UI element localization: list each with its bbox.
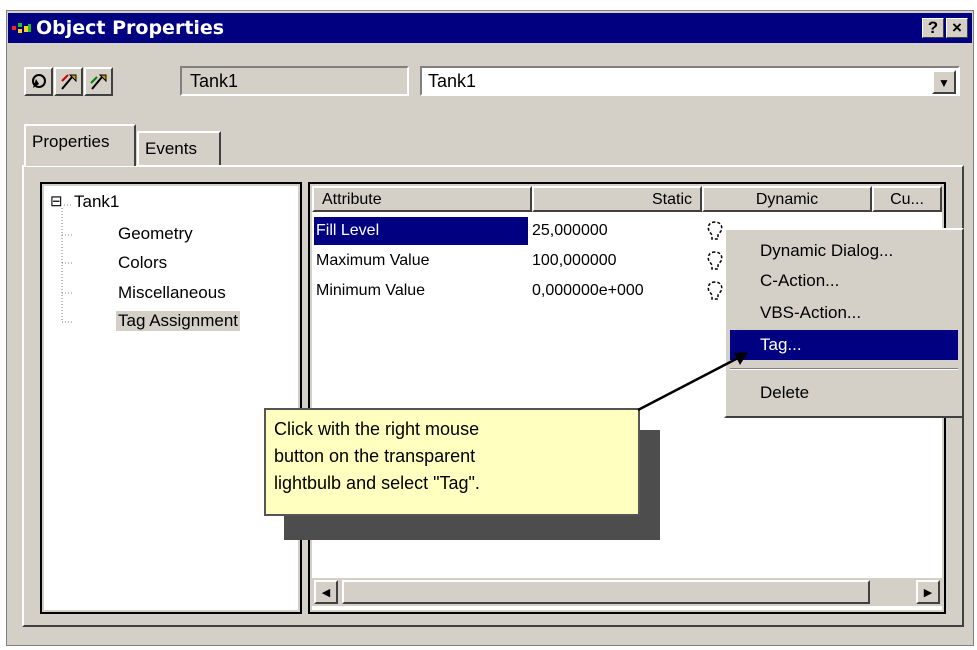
menu-item-dynamic-dialog[interactable]: Dynamic Dialog... (730, 236, 958, 266)
menu-separator (730, 368, 958, 370)
object-tree: ⊟ Tank1 Geometry Colors Miscellaneous Ta… (44, 186, 298, 610)
tree-item-miscellaneous[interactable]: Miscellaneous (118, 283, 226, 303)
instruction-callout: Click with the right mouse button on the… (264, 408, 640, 516)
header-static[interactable]: Static (532, 186, 702, 212)
callout-line-3: lightbulb and select "Tag". (274, 473, 480, 493)
header-attribute[interactable]: Attribute (312, 186, 532, 212)
app-icon (12, 23, 31, 33)
title-bar[interactable]: Object Properties ? × (8, 13, 972, 43)
close-button[interactable]: × (946, 18, 968, 38)
window-title: Object Properties (36, 17, 225, 39)
horizontal-scrollbar[interactable]: ◀ ▶ (312, 578, 942, 606)
tree-item-tag-assignment[interactable]: Tag Assignment (116, 311, 241, 331)
row-min-value-static[interactable]: 0,000000e+000 (532, 277, 644, 305)
chevron-down-icon[interactable]: ▼ (932, 70, 956, 94)
row-fill-level-static[interactable]: 25,000000 (532, 217, 608, 245)
format-painter-button[interactable] (54, 67, 83, 96)
pin-icon (32, 74, 46, 88)
link-pipette-button[interactable] (84, 67, 113, 96)
pipette-link-icon (90, 74, 107, 90)
scroll-left-icon[interactable]: ◀ (314, 580, 338, 604)
scroll-right-icon[interactable]: ▶ (916, 580, 940, 604)
row-min-value-attribute[interactable]: Minimum Value (314, 277, 425, 305)
menu-item-tag[interactable]: Tag... (730, 330, 958, 360)
row-fill-level-attribute[interactable]: Fill Level (314, 217, 528, 245)
menu-item-delete[interactable]: Delete (730, 378, 958, 408)
lightbulb-icon[interactable] (704, 250, 726, 274)
lightbulb-icon[interactable] (704, 280, 726, 304)
header-current[interactable]: Cu... (872, 186, 942, 212)
row-max-value-attribute[interactable]: Maximum Value (314, 247, 430, 275)
object-selector-combo[interactable]: Tank1 ▼ (420, 66, 960, 96)
menu-item-vbs-action[interactable]: VBS-Action... (730, 298, 958, 328)
object-name-field: Tank1 (180, 66, 409, 96)
pipette-icon (61, 74, 77, 90)
tree-item-geometry[interactable]: Geometry (118, 224, 193, 244)
callout-line-2: button on the transparent (274, 446, 476, 466)
menu-item-c-action[interactable]: C-Action... (730, 266, 958, 296)
tab-properties[interactable]: Properties (24, 124, 136, 166)
scroll-thumb[interactable] (342, 580, 870, 604)
pin-button[interactable] (24, 67, 53, 96)
help-button[interactable]: ? (922, 18, 944, 38)
tree-item-colors[interactable]: Colors (118, 253, 167, 273)
header-dynamic[interactable]: Dynamic (702, 186, 872, 212)
row-max-value-static[interactable]: 100,000000 (532, 247, 617, 275)
tab-events[interactable]: Events (137, 131, 221, 166)
lightbulb-icon[interactable] (704, 220, 726, 244)
tree-root-tank1[interactable]: Tank1 (74, 192, 119, 212)
callout-line-1: Click with the right mouse (274, 419, 480, 439)
context-menu: Dynamic Dialog... C-Action... VBS-Action… (724, 228, 964, 418)
collapse-icon[interactable]: ⊟ (50, 192, 63, 210)
object-selector-value: Tank1 (428, 71, 477, 91)
